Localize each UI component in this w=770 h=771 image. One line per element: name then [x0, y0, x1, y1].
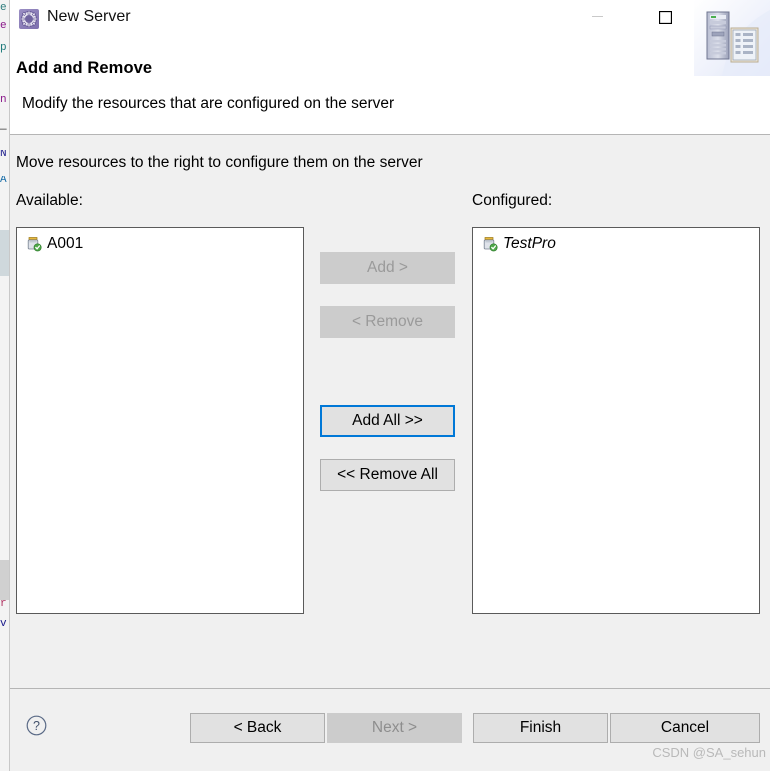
svg-text:?: ? [33, 719, 40, 733]
available-label: Available: [16, 192, 83, 210]
list-item[interactable]: TestPro [473, 233, 759, 255]
add-button[interactable]: Add > [320, 252, 455, 284]
minimize-button[interactable] [574, 0, 620, 32]
available-list[interactable]: A001 [16, 227, 304, 614]
add-all-button[interactable]: Add All >> [320, 405, 455, 437]
new-server-dialog: New Server Add and Remove Modify the res… [9, 0, 770, 771]
page-description: Modify the resources that are configured… [22, 95, 394, 113]
list-item-label: TestPro [503, 235, 556, 252]
watermark-text: CSDN @SA_sehun [652, 745, 766, 760]
cancel-button[interactable]: Cancel [610, 713, 760, 743]
list-item[interactable]: A001 [17, 233, 303, 255]
configured-list[interactable]: TestPro [472, 227, 760, 614]
jar-module-icon [482, 236, 498, 252]
server-gear-icon [19, 9, 39, 29]
server-and-document-shape [694, 0, 770, 76]
next-button[interactable]: Next > [327, 713, 462, 743]
page-title: Add and Remove [16, 59, 152, 78]
wizard-body: Move resources to the right to configure… [10, 135, 770, 688]
wizard-header: Add and Remove Modify the resources that… [10, 38, 770, 135]
jar-module-icon [26, 236, 42, 252]
title-bar: New Server [10, 0, 770, 38]
back-button[interactable]: < Back [190, 713, 325, 743]
minimize-icon [592, 11, 603, 22]
help-icon[interactable]: ? [26, 715, 47, 736]
configured-label: Configured: [472, 192, 552, 210]
server-and-document-icon [694, 0, 770, 76]
maximize-icon [659, 11, 672, 24]
finish-button[interactable]: Finish [473, 713, 608, 743]
window-title: New Server [47, 8, 131, 26]
remove-button[interactable]: < Remove [320, 306, 455, 338]
instruction-text: Move resources to the right to configure… [16, 154, 423, 172]
remove-all-button[interactable]: << Remove All [320, 459, 455, 491]
maximize-button[interactable] [642, 0, 688, 32]
list-item-label: A001 [47, 235, 83, 252]
background-window-sliver: e e p h — N A r v [0, 0, 9, 771]
